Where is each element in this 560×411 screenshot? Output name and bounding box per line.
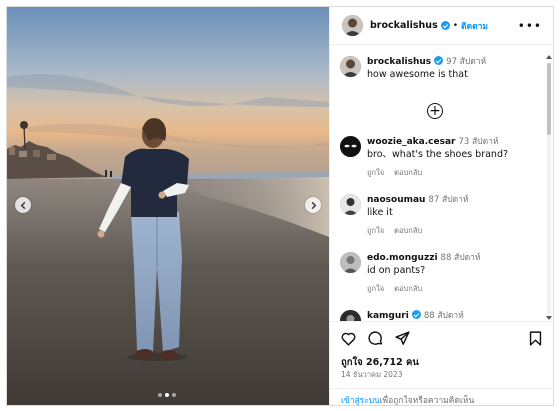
more-options-icon[interactable]: ••• xyxy=(518,19,542,33)
avatar[interactable] xyxy=(340,310,361,321)
verified-badge-icon xyxy=(411,310,421,319)
share-icon[interactable] xyxy=(394,330,411,347)
chevron-left-icon xyxy=(20,201,25,209)
login-prompt-text: เพื่อถูกใจหรือความคิดเห็น xyxy=(379,396,475,406)
carousel-dot-active xyxy=(165,393,169,397)
comment-time: 73 สัปดาห์ xyxy=(458,137,499,147)
plus-icon: + xyxy=(429,103,441,119)
carousel-dot xyxy=(172,393,176,397)
author-avatar[interactable] xyxy=(342,15,363,36)
avatar[interactable] xyxy=(340,56,361,77)
heart-icon[interactable] xyxy=(340,330,357,347)
reply-link[interactable]: ตอบกลับ xyxy=(394,168,422,177)
reply-link[interactable]: ตอบกลับ xyxy=(394,284,422,293)
reply-link[interactable]: ตอบกลับ xyxy=(394,226,422,235)
comment-username[interactable]: kamguri xyxy=(367,311,409,321)
avatar[interactable] xyxy=(340,194,361,215)
avatar[interactable] xyxy=(340,252,361,273)
scroll-up-arrow-icon[interactable] xyxy=(546,55,552,59)
verified-badge-icon xyxy=(434,56,444,65)
comment-username[interactable]: naosoumau xyxy=(367,195,425,205)
login-prompt: เข้าสู่ระบบเพื่อถูกใจหรือความคิดเห็น xyxy=(330,388,553,406)
likes-count[interactable]: ถูกใจ 26,712 คน xyxy=(341,355,419,370)
comment-item: naosoumau 87 สัปดาห์ like it ถูกใจ ตอบกลับ xyxy=(340,194,544,237)
caption-username[interactable]: brockalishus xyxy=(367,57,431,67)
comment-username[interactable]: woozie_aka.cesar xyxy=(367,137,455,147)
post-photo[interactable] xyxy=(7,7,329,405)
comments-list: brockalishus 97 สัปดาห์ how awesome is th… xyxy=(330,45,553,321)
post-actions: ถูกใจ 26,712 คน 14 ธันวาคม 2023 เข้าสู่ร… xyxy=(330,321,553,406)
separator-dot: • xyxy=(452,20,459,31)
comment-time: 87 สัปดาห์ xyxy=(428,195,469,205)
author-username[interactable]: brockalishus xyxy=(370,20,438,31)
caption-text: how awesome is that xyxy=(367,69,468,80)
post-dialog: brockalishus • ติดตาม ••• brockalishus 97… xyxy=(6,6,554,406)
next-photo-button[interactable] xyxy=(305,197,321,213)
load-more-comments-button[interactable]: + xyxy=(427,103,443,119)
like-comment-link[interactable]: ถูกใจ xyxy=(367,284,384,293)
comment-icon[interactable] xyxy=(367,330,384,347)
bookmark-icon[interactable] xyxy=(527,330,544,347)
comment-item: woozie_aka.cesar 73 สัปดาห์ bro、what's th… xyxy=(340,136,544,179)
comment-text: like it xyxy=(367,207,393,218)
carousel-dots xyxy=(158,393,176,397)
beach-photo xyxy=(7,7,329,405)
comment-item: kamguri 88 สัปดาห์ xyxy=(340,310,544,321)
previous-photo-button[interactable] xyxy=(15,197,31,213)
comment-text: id on pants? xyxy=(367,265,426,276)
comments-scrollbar[interactable] xyxy=(546,55,552,320)
caption: brockalishus 97 สัปดาห์ how awesome is th… xyxy=(340,56,544,81)
chevron-right-icon xyxy=(311,201,316,209)
comment-text: bro、what's the shoes brand? xyxy=(367,149,509,160)
comment-username[interactable]: edo.monguzzi xyxy=(367,253,438,263)
comment-time: 88 สัปดาห์ xyxy=(440,253,481,263)
carousel-dot xyxy=(158,393,162,397)
comment-item: edo.monguzzi 88 สัปดาห์ id on pants? ถูกใ… xyxy=(340,252,544,295)
post-side-panel: brockalishus • ติดตาม ••• brockalishus 97… xyxy=(329,7,553,405)
avatar[interactable] xyxy=(340,136,361,157)
post-date: 14 ธันวาคม 2023 xyxy=(341,370,403,379)
like-comment-link[interactable]: ถูกใจ xyxy=(367,226,384,235)
like-comment-link[interactable]: ถูกใจ xyxy=(367,168,384,177)
follow-button[interactable]: ติดตาม xyxy=(461,19,488,33)
scroll-down-arrow-icon[interactable] xyxy=(546,316,552,320)
verified-badge-icon xyxy=(440,21,450,30)
post-header: brockalishus • ติดตาม ••• xyxy=(330,7,553,45)
login-link[interactable]: เข้าสู่ระบบ xyxy=(341,396,380,405)
comment-time: 88 สัปดาห์ xyxy=(423,311,464,321)
scrollbar-thumb[interactable] xyxy=(547,63,551,135)
caption-time: 97 สัปดาห์ xyxy=(446,57,487,67)
